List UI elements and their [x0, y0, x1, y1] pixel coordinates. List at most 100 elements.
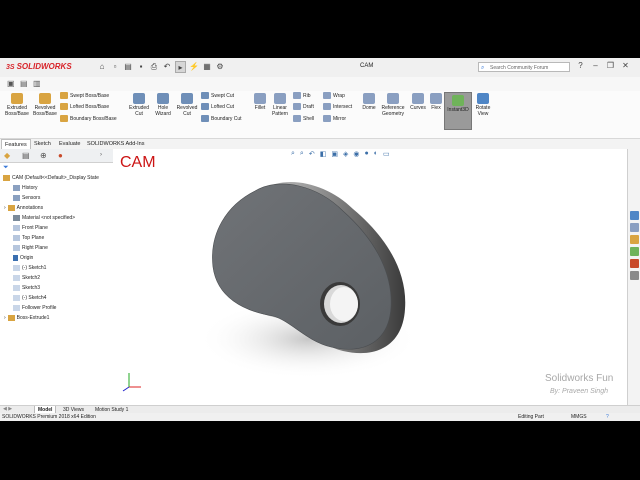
rebuild-icon[interactable]: ⚡ — [189, 61, 199, 72]
restore-icon[interactable]: ❐ — [606, 61, 615, 70]
command-manager-ribbon: Extruded Boss/Base Revolved Boss/Base Sw… — [0, 91, 640, 139]
linear-pattern-button[interactable]: Linear Pattern — [269, 93, 291, 117]
tree-item-label: History — [22, 185, 38, 191]
flex-button[interactable]: Flex — [429, 93, 443, 111]
status-units[interactable]: MMGS — [571, 413, 587, 421]
filter-icon[interactable]: ⏷ — [3, 164, 9, 172]
display-manager-icon[interactable]: ● — [58, 151, 63, 160]
status-edition: SOLIDWORKS Premium 2018 x64 Edition — [2, 414, 96, 420]
home-icon[interactable]: ⌂ — [97, 61, 107, 72]
feature-tree-icon[interactable]: ◆ — [4, 151, 10, 160]
reference-geometry-button[interactable]: Reference Geometry — [379, 93, 407, 117]
tree-item-history[interactable]: History — [13, 183, 38, 193]
grid-icon[interactable]: ▤ — [20, 79, 28, 88]
hole-wizard-button[interactable]: Hole Wizard — [152, 93, 174, 117]
tree-item-label: (-) Sketch1 — [22, 265, 47, 271]
tree-item-top-plane[interactable]: Top Plane — [13, 233, 44, 243]
tree-item-front-plane[interactable]: Front Plane — [13, 223, 48, 233]
fillet-button[interactable]: Fillet — [251, 93, 269, 111]
extruded-cut-button[interactable]: Extruded Cut — [126, 93, 152, 117]
extruded-boss-button[interactable]: Extruded Boss/Base — [3, 93, 31, 117]
property-manager-icon[interactable]: ▤ — [22, 151, 30, 160]
undo-icon[interactable]: ↶ — [162, 61, 172, 72]
boundary-boss-button[interactable]: Boundary Boss/Base — [60, 115, 117, 123]
lofted-cut-button[interactable]: Lofted Cut — [201, 103, 234, 111]
print-icon[interactable]: ⎙ — [149, 61, 159, 72]
rib-button[interactable]: Rib — [293, 92, 311, 100]
plane-icon — [13, 234, 20, 241]
configuration-manager-icon[interactable]: ⊕ — [40, 151, 47, 160]
cam-model[interactable] — [113, 149, 627, 405]
new-document-icon[interactable]: ▫ — [110, 61, 120, 72]
tab-add-ins[interactable]: SOLIDWORKS Add-Ins — [84, 139, 147, 149]
revolved-boss-button[interactable]: Revolved Boss/Base — [31, 93, 59, 117]
draft-button[interactable]: Draft — [293, 103, 314, 111]
tree-item-right-plane[interactable]: Right Plane — [13, 243, 48, 253]
appearances-icon[interactable] — [630, 259, 639, 268]
search-placeholder: Search Community Forum — [490, 65, 549, 71]
swept-cut-icon — [201, 92, 209, 99]
options-gear-icon[interactable]: ⚙ — [215, 61, 225, 72]
layout-icon[interactable]: ▥ — [33, 79, 41, 88]
tree-item-sketch3[interactable]: Sketch3 — [13, 283, 40, 293]
curves-button[interactable]: Curves — [408, 93, 428, 111]
fillet-label: Fillet — [254, 105, 266, 111]
file-explorer-icon[interactable] — [630, 235, 639, 244]
close-icon[interactable]: ✕ — [621, 61, 630, 70]
material-icon — [13, 214, 20, 221]
intersect-label: Intersect — [333, 103, 353, 110]
mirror-button[interactable]: Mirror — [323, 115, 346, 123]
draft-label: Draft — [303, 103, 314, 110]
status-mode: Editing Part — [518, 414, 544, 420]
rotate-view-button[interactable]: Rotate View — [472, 93, 494, 117]
revolved-cut-button[interactable]: Revolved Cut — [174, 93, 200, 117]
select-pointer-icon[interactable]: ▸ — [175, 61, 186, 73]
minimize-icon[interactable]: – — [591, 61, 600, 70]
wrap-button[interactable]: Wrap — [323, 92, 345, 100]
search-input[interactable]: ⌕ Search Community Forum — [478, 62, 570, 72]
design-library-icon[interactable] — [630, 223, 639, 232]
sketch-icon — [13, 304, 20, 311]
expand-icon[interactable]: › — [100, 152, 102, 158]
tree-item-sketch1[interactable]: (-) Sketch1 — [13, 263, 46, 273]
lofted-boss-button[interactable]: Lofted Boss/Base — [60, 103, 109, 111]
view-palette-icon[interactable] — [630, 247, 639, 256]
custom-properties-icon[interactable] — [630, 271, 639, 280]
swept-boss-label: Swept Boss/Base — [70, 92, 110, 99]
boundary-cut-icon — [201, 115, 209, 122]
dome-button[interactable]: Dome — [360, 93, 378, 111]
tree-item-follower-profile[interactable]: Follower Profile — [13, 303, 56, 313]
tab-evaluate[interactable]: Evaluate — [56, 139, 83, 149]
tree-item-sensors[interactable]: Sensors — [13, 193, 40, 203]
file-properties-icon[interactable]: ▦ — [202, 61, 212, 72]
shell-button[interactable]: Shell — [293, 115, 314, 123]
expand-arrow-icon[interactable]: › — [4, 315, 6, 321]
tree-item-annotations[interactable]: › Annotations — [4, 203, 43, 213]
tree-item-material[interactable]: Material <not specified> — [13, 213, 75, 223]
intersect-button[interactable]: Intersect — [323, 103, 352, 111]
boundary-cut-button[interactable]: Boundary Cut — [201, 115, 242, 123]
mirror-icon — [323, 115, 331, 122]
solidworks-logo[interactable]: 3S SOLIDWORKS — [6, 62, 72, 71]
extrude-icon — [7, 314, 15, 321]
swept-boss-button[interactable]: Swept Boss/Base — [60, 92, 109, 100]
tree-item-boss-extrude1[interactable]: › Boss-Extrude1 — [4, 313, 49, 323]
tab-scroll-arrows-icon[interactable]: ◀ ▶ — [3, 406, 12, 412]
tree-item-sketch4[interactable]: (-) Sketch4 — [13, 293, 46, 303]
swept-cut-button[interactable]: Swept Cut — [201, 92, 234, 100]
open-folder-icon[interactable]: ▤ — [123, 61, 133, 72]
status-help-icon[interactable]: ? — [606, 413, 609, 421]
solidworks-resources-icon[interactable] — [630, 211, 639, 220]
save-icon[interactable]: ▪ — [136, 61, 146, 72]
graphics-area[interactable]: CAM ⌕ ⌕ ↶ ◧ ▣ ◈ ◉ ● ◐ ▭ Solidworks Fun B… — [113, 149, 627, 405]
lofted-boss-label: Lofted Boss/Base — [70, 103, 110, 110]
instant3d-button[interactable]: Instant3D — [444, 92, 472, 130]
expand-arrow-icon[interactable]: › — [4, 205, 6, 211]
flex-icon — [430, 93, 442, 104]
tree-item-origin[interactable]: Origin — [13, 253, 33, 263]
tree-root[interactable]: CAM (Default<<Default>_Display State — [3, 173, 99, 183]
tab-sketch[interactable]: Sketch — [31, 139, 54, 149]
tree-item-sketch2[interactable]: Sketch2 — [13, 273, 40, 283]
help-icon[interactable]: ? — [576, 61, 585, 70]
camera-icon[interactable]: ▣ — [7, 79, 15, 88]
